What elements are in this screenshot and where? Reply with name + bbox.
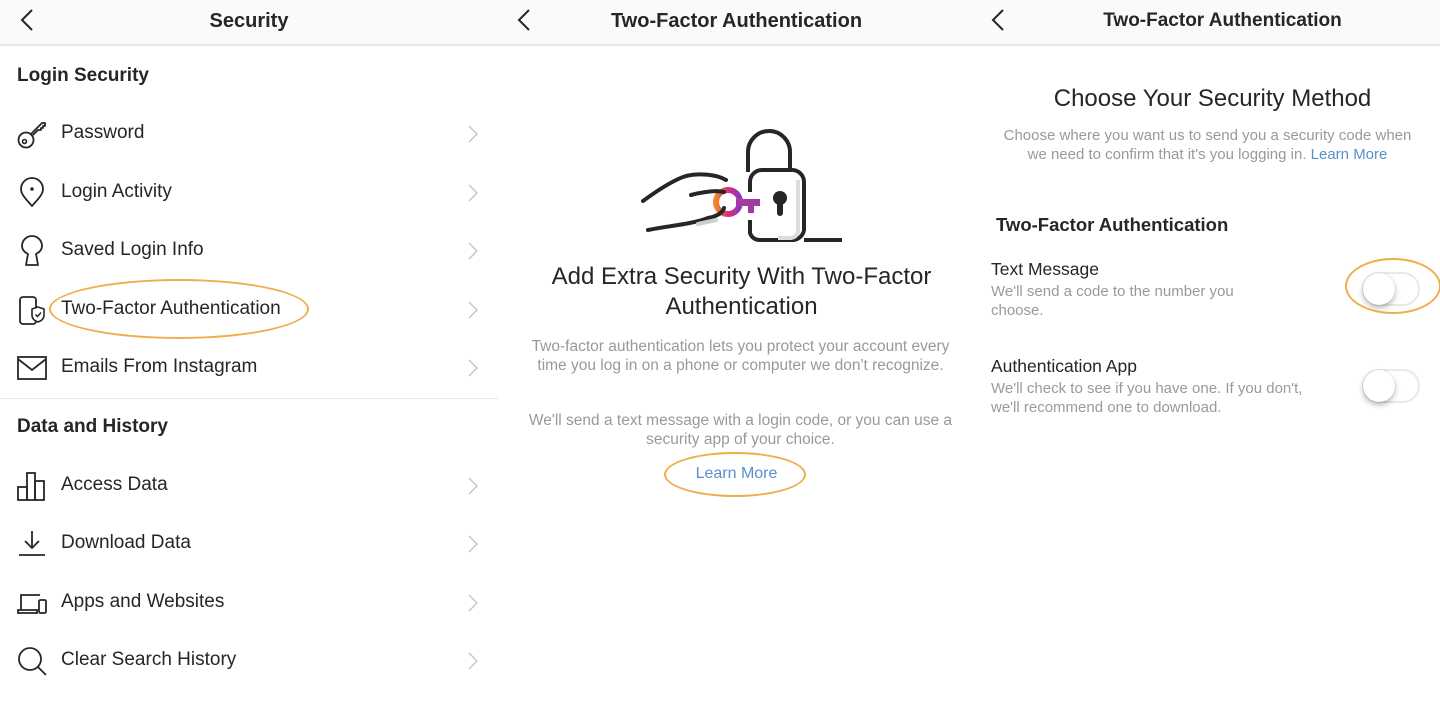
- text-message-toggle[interactable]: [1362, 272, 1420, 306]
- section-divider: [0, 398, 498, 399]
- menu-item-two-factor-authentication[interactable]: Two-Factor Authentication: [0, 281, 498, 339]
- option-description: We'll check to see if you have one. If y…: [991, 380, 1303, 416]
- menu-item-apps-and-websites[interactable]: Apps and Websites: [0, 574, 498, 632]
- menu-item-emails-from-instagram[interactable]: Emails From Instagram: [0, 339, 498, 397]
- phone-shield-icon: [16, 294, 48, 326]
- envelope-icon: [16, 352, 48, 384]
- nav-header: Two-Factor Authentication: [975, 0, 1440, 46]
- section-title-two-factor: Two-Factor Authentication: [996, 214, 1229, 235]
- chevron-right-icon: [468, 652, 479, 670]
- download-icon: [16, 528, 48, 560]
- menu-item-label: Clear Search History: [61, 649, 237, 670]
- chevron-right-icon: [468, 242, 479, 260]
- authentication-app-toggle[interactable]: [1362, 369, 1420, 403]
- toggle-knob: [1363, 370, 1395, 402]
- menu-item-label: Access Data: [61, 474, 168, 495]
- page-title: Two-Factor Authentication: [610, 10, 863, 32]
- menu-item-login-activity[interactable]: Login Activity: [0, 164, 498, 222]
- key-icon: [16, 118, 48, 150]
- page-title: Two-Factor Authentication: [1103, 10, 1342, 31]
- learn-more-link[interactable]: Learn More: [518, 465, 955, 483]
- menu-item-saved-login-info[interactable]: Saved Login Info: [0, 222, 498, 280]
- page-title: Security: [209, 10, 289, 32]
- option-title: Authentication App: [991, 356, 1137, 376]
- keyhole-icon: [16, 235, 48, 267]
- menu-item-label: Emails From Instagram: [61, 356, 258, 377]
- intro-title: Add Extra Security With Two-Factor Authe…: [551, 263, 932, 320]
- menu-item-label: Login Activity: [61, 181, 172, 202]
- menu-item-download-data[interactable]: Download Data: [0, 515, 498, 573]
- menu-item-password[interactable]: Password: [0, 105, 498, 163]
- menu-item-label: Apps and Websites: [61, 591, 225, 612]
- option-title: Text Message: [991, 259, 1099, 279]
- hand-key-padlock-illustration: [628, 120, 848, 245]
- menu-item-label: Two-Factor Authentication: [61, 298, 281, 319]
- devices-icon: [16, 587, 48, 619]
- security-screen: Security Login Security Password Login A…: [0, 0, 498, 712]
- learn-more-link[interactable]: Learn More: [1311, 146, 1388, 163]
- bar-chart-icon: [16, 470, 48, 502]
- menu-item-clear-search-history[interactable]: Clear Search History: [0, 632, 498, 690]
- choose-security-method-screen: Two-Factor Authentication Choose Your Se…: [975, 0, 1440, 712]
- choose-method-title: Choose Your Security Method: [1053, 85, 1372, 112]
- choose-method-description: Choose where you want us to send you a s…: [1003, 127, 1412, 163]
- chevron-right-icon: [468, 359, 479, 377]
- search-icon: [16, 645, 48, 677]
- section-title-data-and-history: Data and History: [17, 416, 168, 437]
- chevron-right-icon: [468, 301, 479, 319]
- intro-paragraph-1: Two-factor authentication lets you prote…: [531, 338, 950, 374]
- chevron-right-icon: [468, 535, 479, 553]
- menu-item-access-data[interactable]: Access Data: [0, 457, 498, 515]
- option-description: We'll send a code to the number you choo…: [991, 283, 1234, 319]
- menu-item-label: Saved Login Info: [61, 239, 204, 260]
- nav-header: Security: [0, 0, 498, 46]
- chevron-right-icon: [468, 594, 479, 612]
- chevron-right-icon: [468, 477, 479, 495]
- nav-header: Two-Factor Authentication: [498, 0, 975, 46]
- chevron-right-icon: [468, 125, 479, 143]
- menu-item-label: Download Data: [61, 532, 191, 553]
- section-title-login-security: Login Security: [17, 65, 149, 86]
- intro-paragraph-2: We'll send a text message with a login c…: [528, 412, 953, 448]
- chevron-right-icon: [468, 184, 479, 202]
- toggle-knob: [1363, 273, 1395, 305]
- two-factor-intro-screen: Two-Factor Authentication Add Extra Secu…: [498, 0, 975, 712]
- location-pin-icon: [16, 177, 48, 209]
- menu-item-label: Password: [61, 122, 145, 143]
